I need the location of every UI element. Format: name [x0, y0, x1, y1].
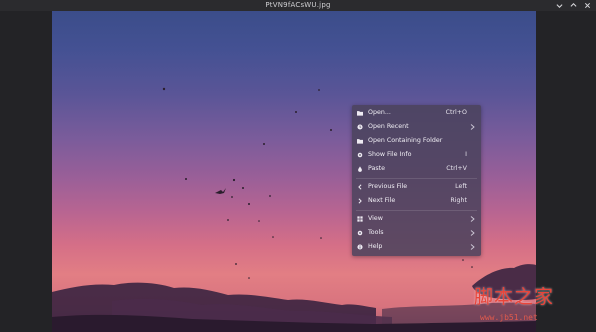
menu-item-view[interactable]: View	[352, 212, 481, 225]
viewer-background-left	[0, 11, 52, 332]
gear-icon	[356, 151, 363, 158]
menu-label: Tools	[368, 229, 384, 236]
menu-item-previous-file[interactable]: Previous File Left	[352, 180, 481, 193]
menu-label: Open...	[368, 109, 391, 116]
menu-item-open[interactable]: Open... Ctrl+O	[352, 106, 481, 119]
menu-item-open-recent[interactable]: Open Recent	[352, 120, 481, 133]
chevron-right-icon	[356, 197, 363, 204]
close-button[interactable]	[582, 0, 592, 11]
menu-label: Previous File	[368, 183, 408, 190]
view-icon	[356, 215, 363, 222]
watermark-text: 脚本之家	[474, 286, 555, 308]
menu-label: Help	[368, 243, 383, 250]
close-icon	[584, 2, 590, 9]
submenu-arrow-icon	[470, 215, 475, 222]
submenu-arrow-icon	[470, 229, 475, 236]
watermark-url: www.jb51.net	[480, 313, 538, 322]
maximize-button[interactable]	[568, 0, 578, 11]
chevron-down-icon	[556, 4, 562, 8]
menu-item-show-file-info[interactable]: Show File Info I	[352, 148, 481, 161]
menu-label: Next File	[368, 197, 396, 204]
folder-icon	[356, 109, 363, 116]
menu-item-open-containing-folder[interactable]: Open Containing Folder	[352, 134, 481, 147]
menu-item-paste[interactable]: Paste Ctrl+V	[352, 162, 481, 175]
gear-icon	[356, 229, 363, 236]
title-bar[interactable]: PtVN9fACsWU.jpg	[0, 0, 596, 11]
image-viewer-window: PtVN9fACsWU.jpg Open... Ctrl+O Open Rece…	[0, 0, 596, 332]
menu-shortcut: Ctrl+O	[445, 109, 467, 116]
menu-shortcut: Left	[455, 183, 467, 190]
info-icon	[356, 243, 363, 250]
menu-label: Open Containing Folder	[368, 137, 443, 144]
menu-item-tools[interactable]: Tools	[352, 226, 481, 239]
context-menu: Open... Ctrl+O Open Recent Open Containi…	[352, 105, 481, 256]
menu-shortcut: Right	[450, 197, 467, 204]
paste-icon	[356, 165, 363, 172]
menu-separator	[356, 210, 477, 211]
submenu-arrow-icon	[470, 243, 475, 250]
chevron-up-icon	[570, 3, 576, 7]
folder-icon	[356, 137, 363, 144]
menu-item-help[interactable]: Help	[352, 240, 481, 253]
menu-item-next-file[interactable]: Next File Right	[352, 194, 481, 207]
clock-icon	[356, 123, 363, 130]
menu-shortcut: I	[465, 151, 467, 158]
chevron-left-icon	[356, 183, 363, 190]
window-title: PtVN9fACsWU.jpg	[265, 1, 331, 9]
menu-label: Show File Info	[368, 151, 412, 158]
watermark: 脚本之家 www.jb51.net	[474, 282, 594, 330]
menu-label: View	[368, 215, 383, 222]
menu-separator	[356, 178, 477, 179]
submenu-arrow-icon	[470, 123, 475, 130]
menu-shortcut: Ctrl+V	[446, 165, 467, 172]
minimize-button[interactable]	[554, 0, 564, 11]
menu-label: Paste	[368, 165, 385, 172]
window-controls	[554, 0, 592, 11]
menu-label: Open Recent	[368, 123, 409, 130]
